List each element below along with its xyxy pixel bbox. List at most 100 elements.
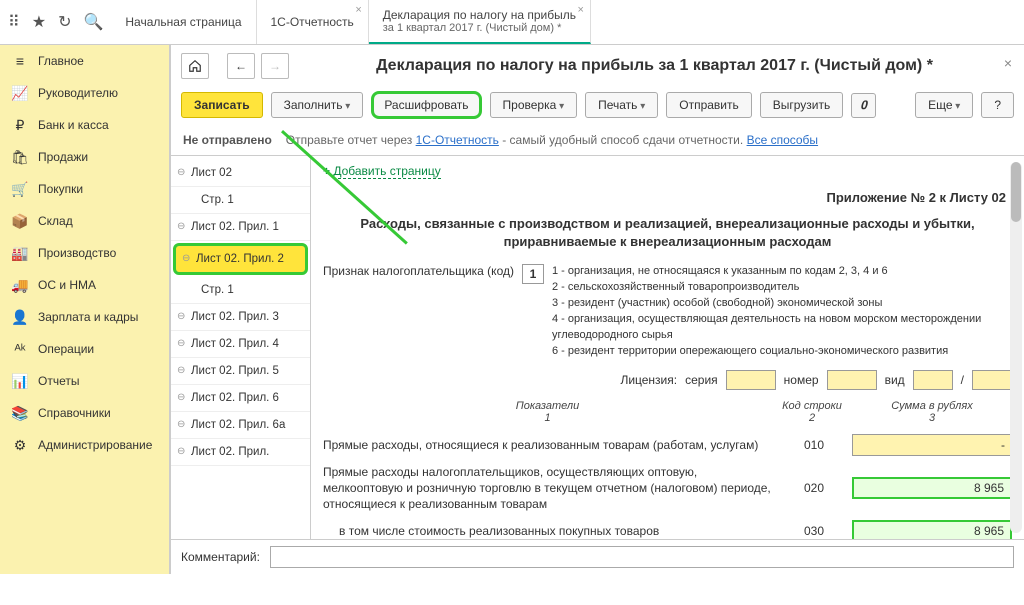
sidebar-label: Справочники: [38, 406, 111, 420]
add-page-link[interactable]: Добавить страницу: [333, 164, 440, 179]
sum-cell[interactable]: -: [852, 434, 1012, 456]
taxpayer-label: Признак налогоплательщика (код): [323, 264, 514, 278]
status-hint: Отправьте отчет через 1С-Отчетность - са…: [286, 133, 818, 147]
save-button[interactable]: Записать: [181, 92, 263, 118]
sidebar-icon: 🏭: [12, 245, 28, 261]
type-input-2[interactable]: [972, 370, 1012, 390]
search-icon[interactable]: 🔍: [83, 12, 103, 32]
appendix-header: Приложение № 2 к Листу 02: [323, 186, 1012, 209]
tab-reporting[interactable]: 1С-Отчетность ×: [257, 0, 369, 44]
sidebar-item[interactable]: ≡Главное: [0, 45, 169, 77]
sidebar-icon: 📈: [12, 85, 28, 101]
tab-label: Декларация по налогу на прибыль: [383, 8, 576, 22]
tree-item[interactable]: Лист 02. Прил. 1: [171, 214, 310, 241]
indicator-text: в том числе стоимость реализованных поку…: [323, 523, 776, 539]
series-label: серия: [685, 373, 718, 387]
sidebar-item[interactable]: ᴬᵏОперации: [0, 333, 169, 365]
tree-item[interactable]: Лист 02. Прил.: [171, 439, 310, 466]
send-button[interactable]: Отправить: [666, 92, 752, 118]
close-icon[interactable]: ×: [578, 4, 584, 16]
close-icon[interactable]: ×: [355, 4, 361, 16]
attach-button[interactable]: 𝟎: [851, 93, 876, 118]
tree-item[interactable]: Стр. 1: [171, 277, 310, 304]
sidebar-item[interactable]: ₽Банк и касса: [0, 109, 169, 141]
home-button[interactable]: [181, 53, 209, 79]
sidebar-label: Покупки: [38, 182, 83, 196]
toolbar: Записать Заполнить Расшифровать Проверка…: [171, 87, 1024, 129]
form-title: Расходы, связанные с производством и реа…: [323, 209, 1012, 260]
scroll-thumb[interactable]: [1011, 162, 1021, 222]
all-ways-link[interactable]: Все способы: [747, 133, 819, 147]
indicator-text: Прямые расходы, относящиеся к реализован…: [323, 437, 776, 453]
close-icon[interactable]: ×: [1004, 55, 1012, 71]
sidebar-item[interactable]: 👤 Зарплата и кадры: [0, 301, 169, 333]
export-button[interactable]: Выгрузить: [760, 92, 844, 118]
plus-icon: +: [323, 164, 333, 178]
sidebar-label: Зарплата и кадры: [38, 310, 138, 324]
tree-item[interactable]: Лист 02. Прил. 3: [171, 304, 310, 331]
status-row: Не отправлено Отправьте отчет через 1С-О…: [171, 129, 1024, 155]
taxpayer-codes-description: 1 - организация, не относящаяся к указан…: [552, 264, 1012, 360]
sidebar-item[interactable]: 🏭 Производство: [0, 237, 169, 269]
sidebar-item[interactable]: 🚚ОС и НМА: [0, 269, 169, 301]
type-input-1[interactable]: [913, 370, 953, 390]
sidebar: ≡Главное 📈 Руководителю ₽Банк и касса🛍Прода…: [0, 45, 170, 574]
sidebar-item[interactable]: 🛒Покупки: [0, 173, 169, 205]
tree-item[interactable]: Лист 02. Прил. 2: [173, 243, 308, 275]
tree-item[interactable]: Лист 02: [171, 160, 310, 187]
sidebar-item[interactable]: 📦Склад: [0, 205, 169, 237]
taxpayer-code[interactable]: 1: [522, 264, 544, 284]
tree-item[interactable]: Лист 02. Прил. 6: [171, 385, 310, 412]
back-button[interactable]: ←: [227, 53, 255, 79]
page-tree[interactable]: Лист 02Стр. 1Лист 02. Прил. 1Лист 02. Пр…: [171, 156, 311, 539]
help-button[interactable]: ?: [981, 92, 1014, 118]
sum-cell[interactable]: 8 965: [852, 520, 1012, 539]
sidebar-label: Руководителю: [38, 86, 118, 100]
comment-input[interactable]: [270, 546, 1014, 568]
star-icon[interactable]: ★: [32, 12, 46, 32]
data-row: Прямые расходы, относящиеся к реализован…: [323, 430, 1012, 460]
type-label: вид: [885, 373, 905, 387]
sidebar-label: Производство: [38, 246, 116, 260]
apps-icon[interactable]: ⠿: [8, 12, 20, 32]
tree-item[interactable]: Лист 02. Прил. 5: [171, 358, 310, 385]
sidebar-label: Операции: [38, 342, 94, 356]
header-row: ← → Декларация по налогу на прибыль за 1…: [171, 45, 1024, 87]
sidebar-item[interactable]: 📚Справочники: [0, 397, 169, 429]
tree-item[interactable]: Лист 02. Прил. 4: [171, 331, 310, 358]
sidebar-label: Отчеты: [38, 374, 79, 388]
series-input[interactable]: [726, 370, 776, 390]
tab-declaration[interactable]: Декларация по налогу на прибыль за 1 ква…: [369, 0, 591, 44]
document-title: Декларация по налогу на прибыль за 1 ква…: [295, 57, 1014, 75]
history-icon[interactable]: ↻: [58, 12, 71, 32]
sum-cell[interactable]: 8 965: [852, 477, 1012, 499]
data-row: Прямые расходы налогоплательщиков, осуще…: [323, 460, 1012, 517]
row-code: 030: [784, 524, 844, 538]
decode-button[interactable]: Расшифровать: [371, 91, 481, 119]
main-panel: ← → Декларация по налогу на прибыль за 1…: [170, 45, 1024, 574]
fill-button[interactable]: Заполнить: [271, 92, 364, 118]
tab-home[interactable]: Начальная страница: [111, 0, 256, 44]
sidebar-label: Продажи: [38, 150, 88, 164]
scrollbar[interactable]: [1010, 162, 1022, 533]
send-status: Не отправлено: [183, 133, 272, 147]
print-button[interactable]: Печать: [585, 92, 658, 118]
tab-strip: Начальная страница 1С-Отчетность × Декла…: [111, 0, 1024, 44]
sidebar-icon: 📦: [12, 213, 28, 229]
tab-label: Начальная страница: [125, 15, 241, 29]
sidebar-item[interactable]: 📊Отчеты: [0, 365, 169, 397]
forward-button[interactable]: →: [261, 53, 289, 79]
data-row: в том числе стоимость реализованных поку…: [323, 516, 1012, 539]
tree-item[interactable]: Стр. 1: [171, 187, 310, 214]
sidebar-item[interactable]: 🛍Продажи: [0, 141, 169, 173]
sidebar-label: ОС и НМА: [38, 278, 96, 292]
more-button[interactable]: Еще: [915, 92, 973, 118]
tree-item[interactable]: Лист 02. Прил. 6а: [171, 412, 310, 439]
check-button[interactable]: Проверка: [490, 92, 578, 118]
comment-label: Комментарий:: [181, 550, 260, 564]
sidebar-item[interactable]: ⚙Администрирование: [0, 429, 169, 461]
reporting-link[interactable]: 1С-Отчетность: [416, 133, 499, 147]
number-input[interactable]: [827, 370, 877, 390]
sidebar-icon: 👤: [12, 309, 28, 325]
sidebar-item[interactable]: 📈 Руководителю: [0, 77, 169, 109]
